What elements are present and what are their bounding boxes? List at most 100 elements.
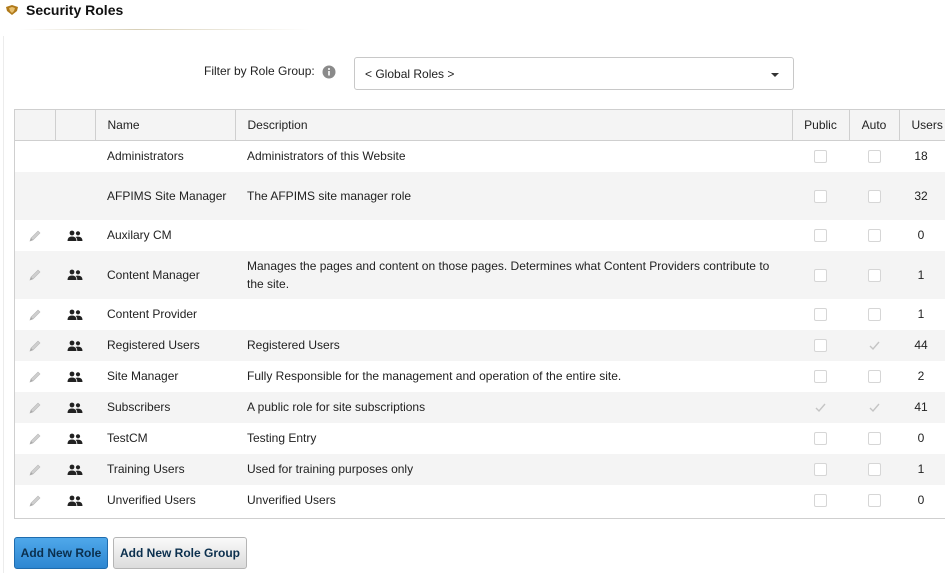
edit-column-header [15,110,56,141]
table-row: AFPIMS Site Manager The AFPIMS site manag… [15,171,945,220]
auto-checkbox[interactable] [867,494,881,508]
role-name: Registered Users [95,329,235,361]
public-checkbox[interactable] [814,463,827,477]
table-row: Content Provider 1 [15,299,945,330]
users-icon[interactable] [67,402,83,414]
edit-cell [15,453,55,485]
pencil-icon[interactable] [28,370,42,384]
pencil-icon[interactable] [28,494,42,508]
column-header-description[interactable]: Description [235,110,793,141]
table-row: Training Users Used for training purposes… [15,453,945,485]
table-row: Auxilary CM 0 [15,220,945,251]
column-header-name[interactable]: Name [95,110,236,141]
auto-checkbox[interactable] [867,463,881,477]
auto-cell [849,250,899,299]
role-group-select[interactable]: < Global Roles > [354,57,794,90]
check-icon[interactable] [868,339,881,352]
pencil-icon[interactable] [28,229,42,243]
users-icon[interactable] [67,340,83,352]
module-title-bar: Security Roles [0,0,945,26]
public-checkbox[interactable] [814,494,827,508]
users-link-column-header [55,110,96,141]
auto-checkbox[interactable] [867,432,881,446]
role-name: Content Provider [107,307,198,321]
role-description: Manages the pages and content on those p… [235,250,792,299]
public-checkbox[interactable] [814,432,827,446]
auto-cell [849,423,899,454]
users-icon[interactable] [67,433,83,445]
table-row: Content Manager Manages the pages and con… [15,250,945,299]
role-description [235,220,792,251]
role-user-count: 0 [917,431,925,445]
public-cell [792,423,849,454]
users-link-cell [55,171,95,220]
edit-cell [15,250,55,299]
public-checkbox[interactable] [814,189,827,203]
column-header-auto[interactable]: Auto [849,110,900,141]
table-row: Administrators Administrators of this Web… [15,140,945,172]
info-icon[interactable] [322,65,336,79]
public-checkbox[interactable] [814,370,827,384]
role-name: Content Manager [95,250,235,299]
add-new-role-group-button[interactable]: Add New Role Group [113,537,247,569]
title-divider [20,29,310,30]
table-row: Subscribers A public role for site subscr… [15,391,945,423]
page-title: Security Roles [26,2,124,18]
pencil-icon[interactable] [28,339,42,353]
edit-cell [15,299,55,330]
add-new-role-button[interactable]: Add New Role [14,537,108,569]
role-name: Subscribers [95,391,235,423]
pencil-icon[interactable] [28,308,42,322]
users-link-cell [55,250,95,299]
role-description: Fully Responsible for the management and… [247,369,622,383]
pencil-icon[interactable] [28,268,42,282]
auto-checkbox[interactable] [867,308,881,322]
column-header-users[interactable]: Users [899,110,945,141]
role-description: Testing Entry [247,431,317,445]
auto-checkbox[interactable] [867,268,881,282]
public-checkbox[interactable] [814,268,827,282]
pencil-icon[interactable] [28,463,42,477]
edit-cell [15,423,55,454]
check-icon[interactable] [814,401,827,414]
users-icon[interactable] [67,230,83,242]
role-description: Registered Users [235,329,792,361]
role-user-count: 2 [917,369,925,383]
users-icon[interactable] [67,464,83,476]
users-icon[interactable] [67,309,83,321]
public-checkbox[interactable] [814,229,827,243]
table-row: Site Manager Fully Responsible for the ma… [15,361,945,392]
role-user-count: 1 [899,453,945,485]
role-description: Administrators of this Website [247,149,406,163]
role-user-count: 1 [917,307,925,321]
users-icon[interactable] [67,269,83,281]
pencil-icon[interactable] [28,432,42,446]
auto-checkbox[interactable] [867,189,881,203]
users-icon[interactable] [67,371,83,383]
role-user-count: 44 [899,329,945,361]
check-icon[interactable] [868,401,881,414]
role-name: Site Manager [107,369,179,383]
auto-checkbox[interactable] [867,229,881,243]
auto-cell [849,171,899,220]
role-user-count: 0 [917,228,925,242]
public-checkbox[interactable] [814,308,827,322]
public-cell [792,299,849,330]
role-name: Training Users [95,453,235,485]
role-user-count: 0 [917,493,925,507]
role-description: Unverified Users [247,493,336,507]
auto-cell [849,299,899,330]
auto-checkbox[interactable] [867,370,881,384]
pencil-icon[interactable] [28,401,42,415]
users-link-cell [55,220,95,251]
roles-grid: Name Description Public Auto Users Admin… [14,109,945,519]
public-checkbox[interactable] [814,339,827,353]
role-group-selected-value: < Global Roles > [365,67,455,81]
column-header-public[interactable]: Public [792,110,850,141]
users-link-cell [55,453,95,485]
users-icon[interactable] [67,495,83,507]
role-description: Used for training purposes only [235,453,792,485]
public-checkbox[interactable] [814,150,827,164]
auto-cell [849,220,899,251]
auto-checkbox[interactable] [867,150,881,164]
